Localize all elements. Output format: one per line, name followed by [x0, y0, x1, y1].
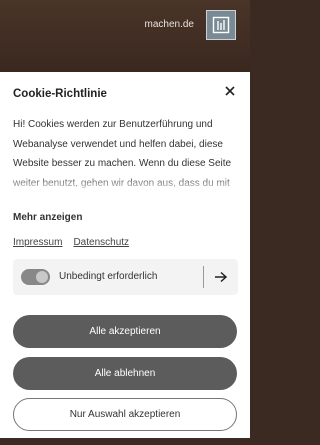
site-name: machen.de [144, 19, 194, 30]
accept-all-button[interactable]: Alle akzeptieren [13, 315, 237, 348]
cookie-consent-modal: Cookie-Richtlinie Hi! Cookies werden zur… [0, 72, 250, 438]
modal-title: Cookie-Richtlinie [13, 88, 107, 100]
background-header: machen.de [0, 0, 250, 72]
background-bottom [0, 438, 250, 445]
close-button[interactable] [222, 83, 238, 99]
text-fade-overlay [13, 175, 241, 193]
accept-selection-button[interactable]: Nur Auswahl akzeptieren [13, 398, 237, 431]
row-divider [203, 266, 204, 288]
category-details-button[interactable] [211, 268, 231, 286]
reject-all-button[interactable]: Alle ablehnen [13, 357, 237, 390]
show-more-link[interactable]: Mehr anzeigen [13, 212, 82, 223]
toggle-knob [36, 271, 48, 283]
bookshelf-icon [212, 16, 230, 34]
legal-links: Impressum Datenschutz [13, 237, 129, 248]
policy-text-container: Hi! Cookies werden zur Benutzerführung u… [13, 115, 241, 193]
necessary-cookies-toggle[interactable] [21, 269, 50, 285]
impressum-link[interactable]: Impressum [13, 237, 62, 248]
datenschutz-link[interactable]: Datenschutz [73, 237, 129, 248]
consent-category-label: Unbedingt erforderlich [59, 271, 158, 282]
arrow-right-icon [215, 271, 228, 283]
consent-category-row: Unbedingt erforderlich [13, 259, 238, 295]
close-icon [225, 86, 235, 96]
menu-button[interactable] [206, 10, 236, 40]
